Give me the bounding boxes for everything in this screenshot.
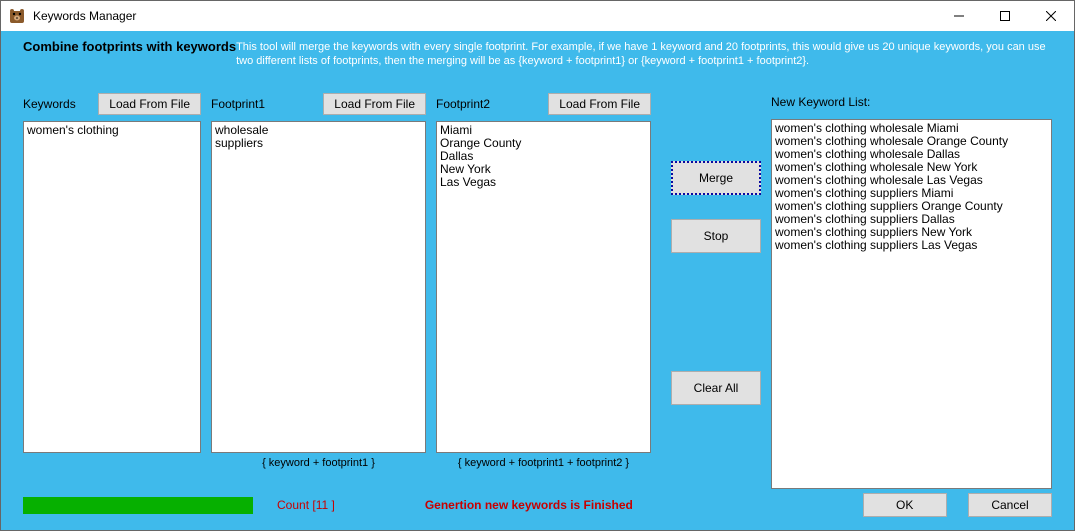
merge-button[interactable]: Merge — [671, 161, 761, 195]
titlebar: Keywords Manager — [1, 1, 1074, 31]
keywords-label: Keywords — [23, 97, 76, 111]
footprint1-hint: { keyword + footprint1 } — [211, 457, 426, 469]
progress-fill — [23, 497, 253, 514]
footprint1-label: Footprint1 — [211, 97, 265, 111]
load-footprint1-button[interactable]: Load From File — [323, 93, 426, 115]
page-heading: Combine footprints with keywords — [23, 39, 236, 54]
maximize-button[interactable] — [982, 1, 1028, 31]
window-title: Keywords Manager — [33, 9, 936, 23]
minimize-button[interactable] — [936, 1, 982, 31]
load-footprint2-button[interactable]: Load From File — [548, 93, 651, 115]
footprint2-input[interactable] — [436, 121, 651, 453]
footprint1-input[interactable] — [211, 121, 426, 453]
close-button[interactable] — [1028, 1, 1074, 31]
progress-bar — [23, 497, 253, 514]
keywords-input[interactable] — [23, 121, 201, 453]
clear-all-button[interactable]: Clear All — [671, 371, 761, 405]
ok-button[interactable]: OK — [863, 493, 947, 517]
load-keywords-button[interactable]: Load From File — [98, 93, 201, 115]
stop-button[interactable]: Stop — [671, 219, 761, 253]
page-description: This tool will merge the keywords with e… — [236, 39, 1052, 68]
new-keyword-list-output[interactable]: women's clothing wholesale Miami women's… — [771, 119, 1052, 489]
status-label: Genertion new keywords is Finished — [425, 498, 633, 512]
footprint2-hint: { keyword + footprint1 + footprint2 } — [436, 457, 651, 469]
count-label: Count [11 ] — [277, 498, 335, 512]
new-keyword-list-label: New Keyword List: — [771, 91, 1052, 109]
app-icon — [9, 8, 25, 24]
cancel-button[interactable]: Cancel — [968, 493, 1052, 517]
footprint2-label: Footprint2 — [436, 97, 490, 111]
